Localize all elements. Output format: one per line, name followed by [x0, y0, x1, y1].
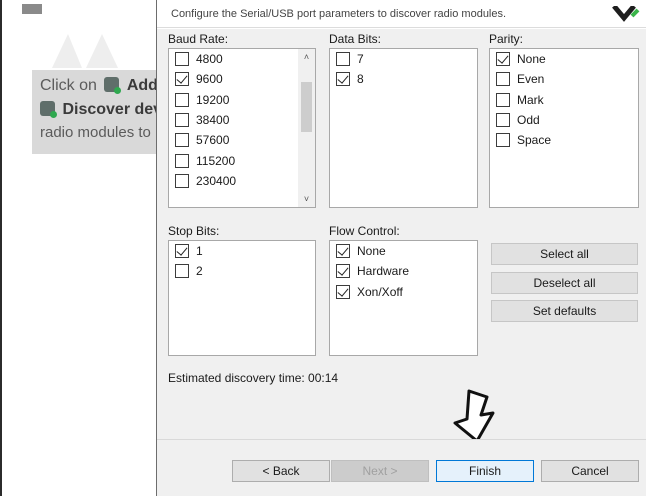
baud-option-230400[interactable]: 230400	[169, 171, 315, 191]
checkbox[interactable]	[175, 113, 189, 128]
add-radio-module-icon	[104, 77, 122, 94]
baud-rate-label: Baud Rate:	[168, 32, 229, 46]
data-bits-list[interactable]: 7 8	[329, 48, 478, 208]
baud-rate-scrollbar[interactable]: ˄ ˅	[298, 49, 315, 207]
instruction-line-1: Click on Add	[40, 77, 158, 94]
baud-option-57600[interactable]: 57600	[169, 130, 315, 150]
toolbar-icon	[22, 4, 42, 14]
checkbox[interactable]	[496, 72, 510, 87]
checkbox-checked[interactable]	[496, 52, 510, 67]
data-bits-option-7[interactable]: 7	[330, 49, 477, 69]
parity-option-mark[interactable]: Mark	[490, 90, 638, 110]
pointer-arrow-icon	[453, 389, 495, 443]
checkbox[interactable]	[175, 52, 189, 67]
dialog-body: Baud Rate: 4800 9600 19200 38400 57600 1…	[157, 29, 646, 443]
placeholder-graphic-icon	[52, 34, 118, 68]
flow-option-hardware[interactable]: Hardware	[330, 261, 477, 281]
parity-option-even[interactable]: Even	[490, 69, 638, 89]
back-button[interactable]: < Back	[232, 460, 330, 482]
instruction-line-2: Discover dev	[40, 101, 162, 119]
checkbox[interactable]	[175, 173, 189, 188]
set-defaults-button[interactable]: Set defaults	[491, 300, 638, 322]
checkbox[interactable]	[496, 133, 510, 148]
dialog-footer: < Back Next > Finish Cancel	[157, 439, 646, 496]
baud-option-19200[interactable]: 19200	[169, 90, 315, 110]
baud-option-115200[interactable]: 115200	[169, 150, 315, 170]
flow-option-none[interactable]: None	[330, 241, 477, 261]
parity-option-none[interactable]: None	[490, 49, 638, 69]
stop-bits-option-1[interactable]: 1	[169, 241, 315, 261]
checkbox-checked[interactable]	[336, 264, 350, 279]
parity-label: Parity:	[489, 32, 524, 46]
data-bits-option-8[interactable]: 8	[330, 69, 477, 89]
instruction-line-3: radio modules to	[40, 124, 151, 141]
baud-option-38400[interactable]: 38400	[169, 110, 315, 130]
baud-option-4800[interactable]: 4800	[169, 49, 315, 69]
deselect-all-button[interactable]: Deselect all	[491, 272, 638, 294]
discover-radio-modules-dialog: Configure the Serial/USB port parameters…	[156, 0, 646, 496]
stop-bits-label: Stop Bits:	[168, 224, 220, 238]
dialog-description: Configure the Serial/USB port parameters…	[171, 8, 507, 20]
data-bits-label: Data Bits:	[329, 32, 382, 46]
scroll-up-icon[interactable]: ˄	[298, 49, 315, 65]
parity-option-space[interactable]: Space	[490, 130, 638, 150]
checkbox-checked[interactable]	[336, 244, 350, 259]
flow-control-label: Flow Control:	[329, 224, 400, 238]
flow-control-list[interactable]: None Hardware Xon/Xoff	[329, 240, 478, 356]
estimated-discovery-time: Estimated discovery time: 00:14	[168, 371, 339, 385]
scroll-down-icon[interactable]: ˅	[298, 191, 315, 207]
discover-devices-icon	[40, 101, 57, 118]
cancel-button[interactable]: Cancel	[541, 460, 639, 482]
finish-button[interactable]: Finish	[436, 460, 534, 482]
checkbox[interactable]	[496, 92, 510, 107]
instructions-card: Click on Add Discover dev radio modules …	[32, 70, 162, 154]
xbee-logo-icon	[612, 6, 640, 22]
baud-rate-list[interactable]: 4800 9600 19200 38400 57600 115200 23040…	[168, 48, 316, 208]
parity-list[interactable]: None Even Mark Odd Space	[489, 48, 639, 208]
stop-bits-list[interactable]: 1 2	[168, 240, 316, 356]
dialog-header: Configure the Serial/USB port parameters…	[157, 0, 646, 28]
checkbox-checked[interactable]	[336, 284, 350, 299]
scroll-thumb[interactable]	[301, 82, 312, 132]
checkbox[interactable]	[496, 113, 510, 128]
stop-bits-option-2[interactable]: 2	[169, 261, 315, 281]
checkbox-checked[interactable]	[336, 72, 350, 87]
checkbox-checked[interactable]	[175, 72, 189, 87]
checkbox[interactable]	[336, 52, 350, 67]
background-app: Click on Add Discover dev radio modules …	[0, 0, 162, 496]
checkbox[interactable]	[175, 92, 189, 107]
next-button: Next >	[331, 460, 429, 482]
checkbox[interactable]	[175, 133, 189, 148]
select-all-button[interactable]: Select all	[491, 243, 638, 265]
checkbox[interactable]	[175, 264, 189, 279]
checkbox-checked[interactable]	[175, 244, 189, 259]
checkbox[interactable]	[175, 153, 189, 168]
parity-option-odd[interactable]: Odd	[490, 110, 638, 130]
flow-option-xon-xoff[interactable]: Xon/Xoff	[330, 282, 477, 302]
baud-option-9600[interactable]: 9600	[169, 69, 315, 89]
